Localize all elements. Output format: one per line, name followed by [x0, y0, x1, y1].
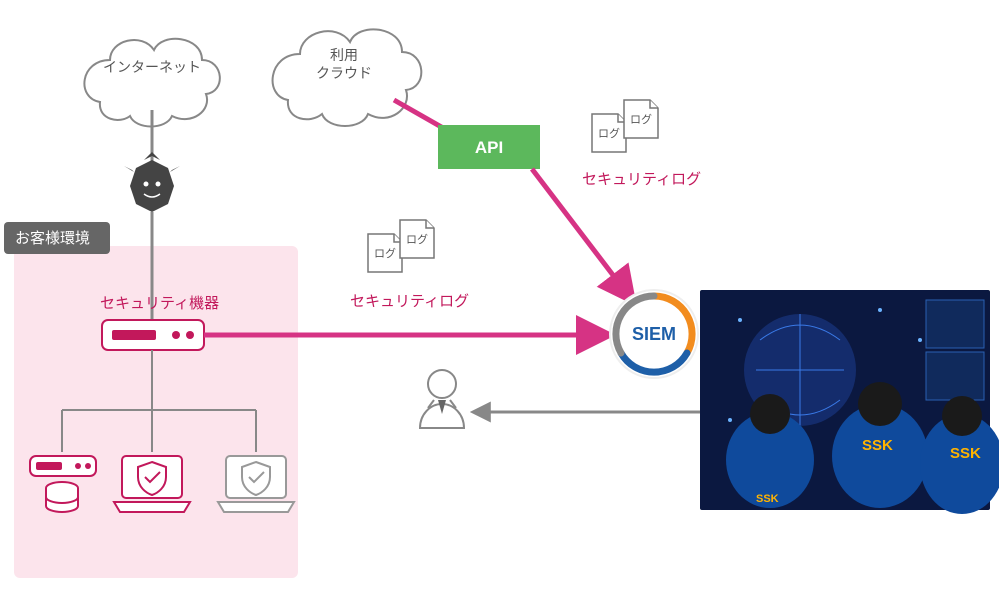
threat-icon: [122, 152, 182, 212]
person-icon: [420, 370, 464, 428]
api-label: API: [475, 138, 503, 157]
usage-cloud: 利用 クラウド: [273, 29, 422, 126]
log-docs-mid: ログ ログ: [368, 220, 434, 272]
laptop-shield-1: [114, 456, 190, 512]
sec-log-label-top: セキュリティログ: [582, 171, 701, 188]
soc-brand-1: SSK: [862, 437, 893, 454]
soc-photo: SSK SSK SSK: [700, 290, 999, 514]
log-label-m2: ログ: [406, 232, 428, 246]
log-label-t1: ログ: [598, 126, 620, 140]
cloud-label-2: クラウド: [316, 65, 372, 81]
sec-log-label-mid: セキュリティログ: [350, 293, 469, 310]
log-docs-top: ログ ログ: [592, 100, 658, 152]
diagram-canvas: お客様環境 インターネット セキュリティ機器: [0, 0, 999, 589]
siem-badge: SIEM: [610, 290, 698, 378]
cloud-label-1: 利用: [330, 47, 358, 63]
laptop-shield-2: [218, 456, 294, 512]
conn-api-siem: [532, 169, 632, 300]
customer-env-label: お客様環境: [15, 229, 90, 247]
log-label-t2: ログ: [630, 112, 652, 126]
log-label-m1: ログ: [374, 246, 396, 260]
siem-label: SIEM: [632, 324, 676, 344]
soc-brand-2: SSK: [950, 445, 981, 462]
sec-device-label: セキュリティ機器: [100, 295, 219, 312]
security-device: [102, 320, 204, 350]
internet-label: インターネット: [103, 59, 201, 75]
soc-brand-3: SSK: [756, 493, 779, 505]
